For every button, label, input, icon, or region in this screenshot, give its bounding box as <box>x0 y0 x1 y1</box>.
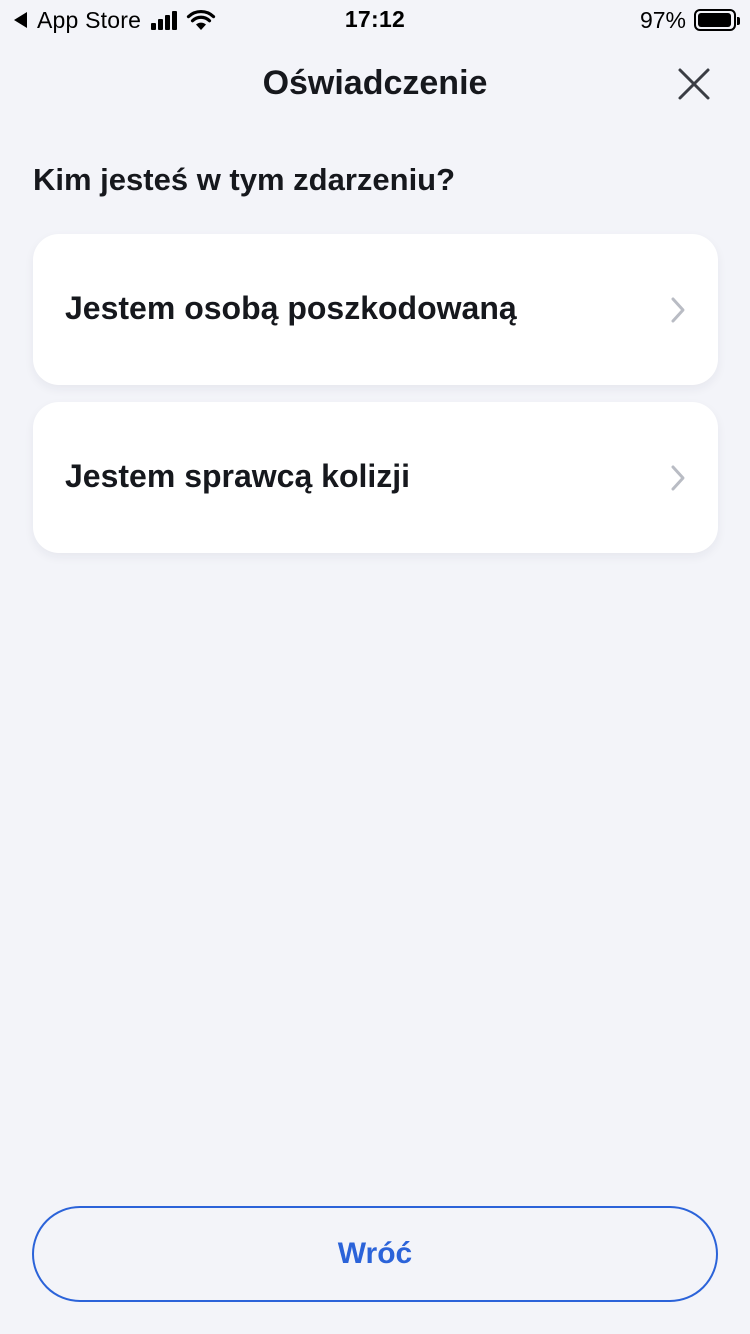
status-bar: App Store 17:12 97% <box>0 0 750 40</box>
back-button[interactable]: Wróć <box>32 1206 718 1302</box>
close-icon <box>678 68 710 100</box>
battery-status: 97% <box>639 6 740 34</box>
option-label: Jestem osobą poszkodowaną <box>65 290 517 326</box>
battery-percent: 97% <box>639 6 686 33</box>
page-title: Oświadczenie <box>262 64 488 102</box>
option-perpetrator[interactable]: Jestem sprawcą kolizji <box>33 402 718 553</box>
close-button[interactable] <box>674 64 714 104</box>
question-heading: Kim jesteś w tym zdarzeniu? <box>33 162 456 197</box>
nav-header: Oświadczenie <box>0 52 750 116</box>
battery-icon <box>694 9 740 31</box>
battery-fill <box>698 13 731 27</box>
option-label: Jestem sprawcą kolizji <box>65 458 411 494</box>
back-button-label: Wróć <box>337 1237 413 1270</box>
chevron-right-icon <box>671 465 685 491</box>
screen: App Store 17:12 97% Oświadczenie Kim jes… <box>0 0 750 1334</box>
status-time: 17:12 <box>344 6 406 32</box>
option-injured-person[interactable]: Jestem osobą poszkodowaną <box>33 234 718 385</box>
battery-tip <box>737 17 740 25</box>
chevron-right-icon <box>671 297 685 323</box>
